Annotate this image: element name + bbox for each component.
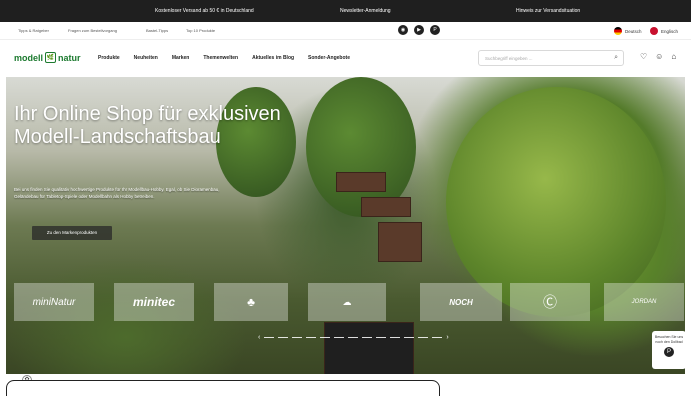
train-wagon <box>378 222 422 262</box>
cookie-consent-panel <box>6 380 440 396</box>
nav-marken[interactable]: Marken <box>172 55 190 61</box>
pinterest-icon[interactable]: P <box>430 25 440 35</box>
nav-themenwelten[interactable]: Themenwelten <box>203 55 238 61</box>
site-header: modell 🌿 natur Produkte Neuheiten Marken… <box>0 40 691 76</box>
brand-cloud-logo[interactable]: ☁ <box>308 283 386 321</box>
account-icon[interactable]: ☺ <box>655 52 663 61</box>
carousel-dot[interactable] <box>418 337 429 338</box>
nav-sonder-angebote[interactable]: Sonder-Angebote <box>308 55 350 61</box>
carousel-dot[interactable] <box>278 337 289 338</box>
hero-title: Ihr Online Shop für exklusiven Modell-La… <box>14 103 281 148</box>
carousel-dot[interactable] <box>292 337 303 338</box>
nav-blog[interactable]: Aktuelles im Blog <box>252 55 294 61</box>
language-en[interactable]: Englisch <box>650 27 678 35</box>
language-de[interactable]: Deutsch <box>614 27 642 35</box>
nav-produkte[interactable]: Produkte <box>98 55 120 61</box>
header-icons: ♡ ☺ ⌂ <box>640 52 676 61</box>
search-icon[interactable]: ⌕ <box>614 54 618 62</box>
brand-noch[interactable]: NOCH <box>420 283 502 321</box>
brand-minitec[interactable]: minitec <box>114 283 194 321</box>
carousel-dot[interactable] <box>320 337 331 338</box>
free-shipping-link[interactable]: Kostenloser Versand ab 50 € in Deutschla… <box>155 8 254 14</box>
brand-mininatur[interactable]: miniNatur <box>14 283 94 321</box>
carousel-dot[interactable] <box>432 337 443 338</box>
cloud-logo-icon: ☁ <box>342 296 352 307</box>
carousel-dot[interactable] <box>264 337 275 338</box>
pinterest-icon: P <box>664 347 674 357</box>
hero-cta-button[interactable]: Zu den Markenprodukten <box>32 226 112 240</box>
meta-bar: Tipps & Ratgeber Fragen zum Bestellvorga… <box>0 22 691 40</box>
meta-link-top10[interactable]: Top 10 Produkte <box>186 28 215 33</box>
carousel-dot[interactable] <box>404 337 415 338</box>
meta-link-bastel[interactable]: Bastel-Tipps <box>146 28 168 33</box>
main-nav: Produkte Neuheiten Marken Themenwelten A… <box>98 55 350 61</box>
meta-link-tips[interactable]: Tipps & Ratgeber <box>18 28 49 33</box>
carousel-dot[interactable] <box>306 337 317 338</box>
uk-flag-icon <box>650 27 658 35</box>
shipping-info-link[interactable]: Hinweis zur Versandsituation <box>516 8 580 14</box>
brand-c-logo[interactable]: Ⓒ <box>510 283 590 321</box>
cart-icon[interactable]: ⌂ <box>671 52 676 61</box>
promo-widget[interactable]: Besuchen Sie uns noch den Dollbad P <box>652 331 686 369</box>
brand-jordan[interactable]: JORDAN <box>604 283 684 321</box>
social-links: ◉ ▶ P <box>398 25 440 35</box>
meta-link-faq[interactable]: Fragen zum Bestellvorgang <box>68 28 117 33</box>
nav-neuheiten[interactable]: Neuheiten <box>134 55 158 61</box>
carousel-dot[interactable] <box>362 337 373 338</box>
leaf-icon: 🌿 <box>45 52 57 63</box>
carousel-controls: ‹ › <box>258 334 449 341</box>
german-flag-icon <box>614 27 622 35</box>
train-wagon <box>336 172 386 192</box>
wishlist-icon[interactable]: ♡ <box>640 52 647 61</box>
c-logo-icon: Ⓒ <box>543 294 557 310</box>
brand-tree-logo[interactable]: ♣ <box>214 283 288 321</box>
tree-logo-icon: ♣ <box>247 295 255 309</box>
carousel-dot[interactable] <box>348 337 359 338</box>
carousel-dot[interactable] <box>334 337 345 338</box>
instagram-icon[interactable]: ◉ <box>398 25 408 35</box>
hero-text: Bei uns finden Sie qualitativ hochwertig… <box>14 187 220 199</box>
chevron-left-icon[interactable]: ‹ <box>258 334 260 341</box>
carousel-dot[interactable] <box>390 337 401 338</box>
youtube-icon[interactable]: ▶ <box>414 25 424 35</box>
locomotive <box>324 322 414 374</box>
site-logo[interactable]: modell 🌿 natur <box>14 52 81 63</box>
carousel-dot[interactable] <box>376 337 387 338</box>
train-wagon <box>361 197 411 217</box>
newsletter-link[interactable]: Newsletter-Anmeldung <box>340 8 391 14</box>
announcement-bar: Kostenloser Versand ab 50 € in Deutschla… <box>0 0 691 22</box>
brand-carousel: miniNatur minitec ♣ ☁ NOCH Ⓒ JORDAN <box>14 283 684 321</box>
chevron-right-icon[interactable]: › <box>446 334 448 341</box>
search-input[interactable]: Suchbegriff eingeben ... ⌕ <box>478 50 624 66</box>
tree-decoration <box>306 77 416 217</box>
